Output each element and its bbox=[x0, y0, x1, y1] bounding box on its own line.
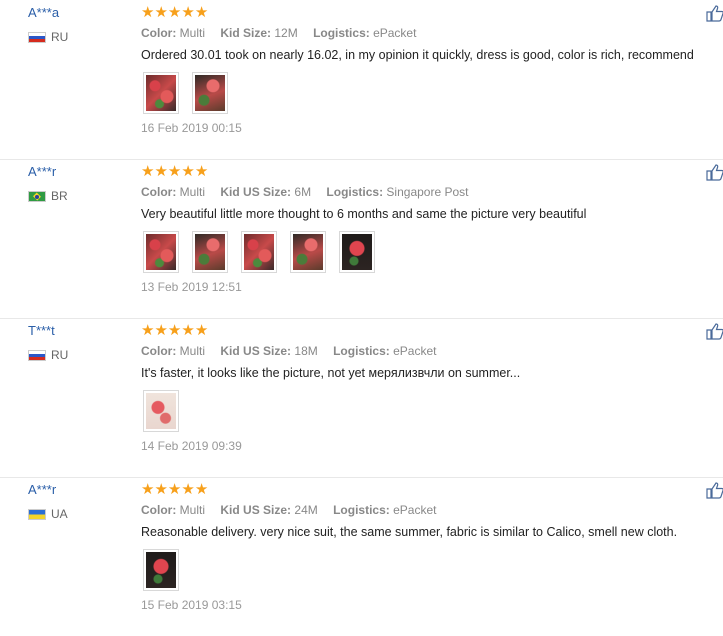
attr-value: ePacket bbox=[393, 503, 437, 517]
star-icon: ★ bbox=[194, 481, 209, 498]
flag-icon bbox=[28, 508, 46, 520]
star-icon: ★ bbox=[181, 4, 195, 21]
star-icon: ★ bbox=[154, 4, 168, 21]
attr-key: Logistics: bbox=[313, 26, 370, 40]
review-photo-thumbnail[interactable] bbox=[241, 231, 277, 273]
thumbs-up-icon[interactable] bbox=[706, 322, 723, 340]
attr-key: Color: bbox=[141, 185, 177, 199]
reviewer-name[interactable]: A***r bbox=[28, 164, 56, 179]
review-text: Very beautiful little more thought to 6 … bbox=[141, 207, 587, 221]
star-icon: ★ bbox=[167, 481, 182, 498]
reviewer-country: RU bbox=[28, 30, 68, 44]
star-icon: ★ bbox=[141, 4, 155, 21]
attr-key: Color: bbox=[141, 503, 177, 517]
star-icon: ★ bbox=[154, 481, 168, 498]
review-photos bbox=[143, 72, 241, 114]
review-item: A***r UA ★★★★★ Color: Multi Kid US Size:… bbox=[0, 477, 723, 636]
country-code: RU bbox=[51, 30, 69, 44]
review-photo-thumbnail[interactable] bbox=[143, 549, 179, 591]
review-photo-thumbnail[interactable] bbox=[290, 231, 326, 273]
attr-value: Multi bbox=[179, 344, 206, 358]
reviewer-country: RU bbox=[28, 348, 68, 362]
attr-key: Logistics: bbox=[333, 344, 390, 358]
product-attributes: Color: Multi Kid Size: 12M Logistics: eP… bbox=[141, 26, 428, 40]
star-rating: ★★★★★ bbox=[141, 4, 209, 21]
attr-value: 6M bbox=[294, 185, 312, 199]
attr-value: Multi bbox=[179, 503, 206, 517]
attr-value: ePacket bbox=[373, 26, 417, 40]
reviewer-country: UA bbox=[28, 507, 68, 521]
star-rating: ★★★★★ bbox=[141, 322, 209, 339]
reviewer-name[interactable]: A***a bbox=[28, 5, 59, 20]
star-icon: ★ bbox=[167, 322, 182, 339]
country-code: UA bbox=[51, 507, 68, 521]
flag-icon bbox=[28, 31, 46, 43]
review-photo-thumbnail[interactable] bbox=[143, 390, 179, 432]
country-code: RU bbox=[51, 348, 69, 362]
review-photos bbox=[143, 549, 192, 591]
review-photo-thumbnail[interactable] bbox=[143, 72, 179, 114]
star-icon: ★ bbox=[154, 163, 168, 180]
product-attributes: Color: Multi Kid US Size: 6M Logistics: … bbox=[141, 185, 480, 199]
review-photo-thumbnail[interactable] bbox=[143, 231, 179, 273]
star-icon: ★ bbox=[167, 4, 182, 21]
attr-key: Kid Size: bbox=[220, 26, 272, 40]
reviewer-name[interactable]: A***r bbox=[28, 482, 56, 497]
attr-value: Multi bbox=[179, 26, 206, 40]
thumbs-up-icon[interactable] bbox=[706, 4, 723, 22]
product-attributes: Color: Multi Kid US Size: 18M Logistics:… bbox=[141, 344, 448, 358]
reviewer-country: BR bbox=[28, 189, 68, 203]
star-rating: ★★★★★ bbox=[141, 163, 209, 180]
review-date: 13 Feb 2019 12:51 bbox=[141, 280, 242, 294]
star-icon: ★ bbox=[141, 163, 155, 180]
star-icon: ★ bbox=[154, 322, 168, 339]
attr-value: 24M bbox=[294, 503, 318, 517]
review-text: Reasonable delivery. very nice suit, the… bbox=[141, 525, 678, 539]
star-icon: ★ bbox=[141, 481, 155, 498]
review-photo-thumbnail[interactable] bbox=[339, 231, 375, 273]
country-code: BR bbox=[51, 189, 68, 203]
review-photo-thumbnail[interactable] bbox=[192, 231, 228, 273]
thumbs-up-icon[interactable] bbox=[706, 481, 723, 499]
attr-value: Singapore Post bbox=[386, 185, 469, 199]
attr-key: Kid US Size: bbox=[220, 344, 292, 358]
attr-value: 18M bbox=[294, 344, 318, 358]
star-icon: ★ bbox=[181, 322, 195, 339]
attr-key: Logistics: bbox=[333, 503, 390, 517]
review-item: T***t RU ★★★★★ Color: Multi Kid US Size:… bbox=[0, 318, 723, 478]
attr-value: 12M bbox=[274, 26, 298, 40]
star-icon: ★ bbox=[194, 163, 209, 180]
star-icon: ★ bbox=[194, 322, 209, 339]
star-icon: ★ bbox=[194, 4, 209, 21]
review-text: Ordered 30.01 took on nearly 16.02, in m… bbox=[141, 48, 694, 62]
review-photos bbox=[143, 231, 388, 273]
star-icon: ★ bbox=[181, 481, 195, 498]
reviewer-name[interactable]: T***t bbox=[28, 323, 55, 338]
review-photos bbox=[143, 390, 192, 432]
attr-key: Kid US Size: bbox=[220, 503, 292, 517]
review-date: 16 Feb 2019 00:15 bbox=[141, 121, 242, 135]
review-photo-thumbnail[interactable] bbox=[192, 72, 228, 114]
attr-key: Kid US Size: bbox=[220, 185, 292, 199]
star-icon: ★ bbox=[181, 163, 195, 180]
review-item: A***r BR ★★★★★ Color: Multi Kid US Size:… bbox=[0, 159, 723, 319]
attr-key: Color: bbox=[141, 26, 177, 40]
flag-icon bbox=[28, 190, 46, 202]
review-date: 15 Feb 2019 03:15 bbox=[141, 598, 242, 612]
star-icon: ★ bbox=[167, 163, 182, 180]
attr-key: Color: bbox=[141, 344, 177, 358]
attr-value: ePacket bbox=[393, 344, 437, 358]
attr-key: Logistics: bbox=[326, 185, 384, 199]
star-rating: ★★★★★ bbox=[141, 481, 209, 498]
review-date: 14 Feb 2019 09:39 bbox=[141, 439, 242, 453]
review-item: A***a RU ★★★★★ Color: Multi Kid Size: 12… bbox=[0, 0, 723, 160]
attr-value: Multi bbox=[179, 185, 206, 199]
thumbs-up-icon[interactable] bbox=[706, 163, 723, 181]
flag-icon bbox=[28, 349, 46, 361]
star-icon: ★ bbox=[141, 322, 155, 339]
product-attributes: Color: Multi Kid US Size: 24M Logistics:… bbox=[141, 503, 448, 517]
review-text: It's faster, it looks like the picture, … bbox=[141, 366, 521, 380]
